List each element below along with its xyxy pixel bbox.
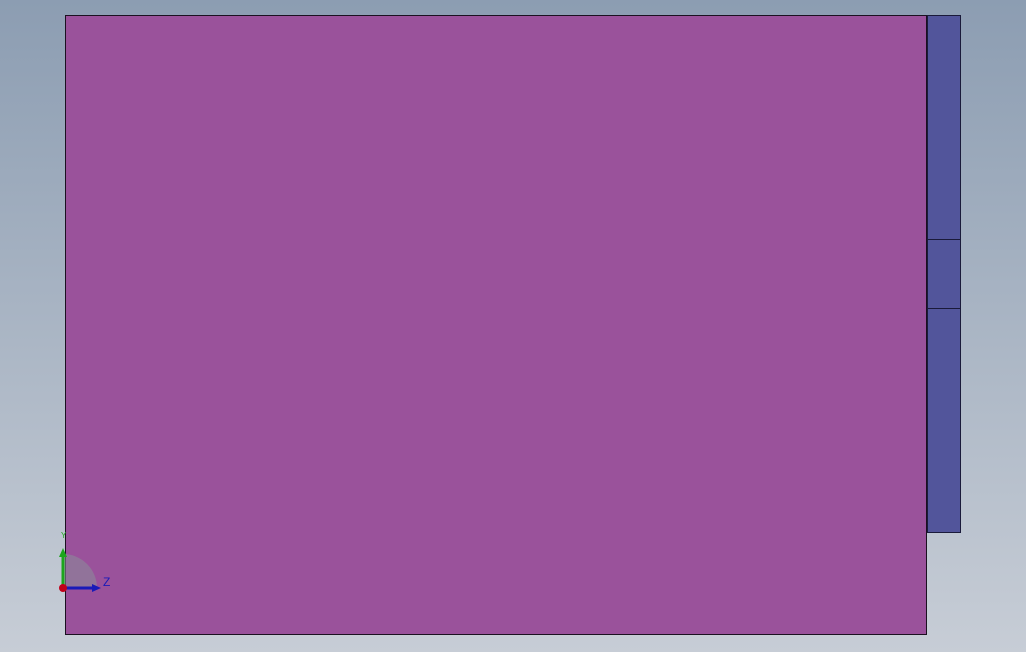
x-axis-dot [59,584,67,592]
z-axis-label: Z [103,575,111,589]
model-front-face[interactable] [65,15,927,635]
y-axis-label: Y [61,531,67,540]
model-side-face-top[interactable] [927,15,961,240]
triad-plane-quarter [63,554,97,588]
graphics-viewport[interactable]: Y Z [0,0,1026,652]
model-side-face-bottom[interactable] [927,308,961,533]
triad-graphic [59,548,101,592]
y-axis-arrowhead [59,548,67,557]
reference-triad [50,530,130,600]
model-side-face-middle[interactable] [927,239,961,309]
